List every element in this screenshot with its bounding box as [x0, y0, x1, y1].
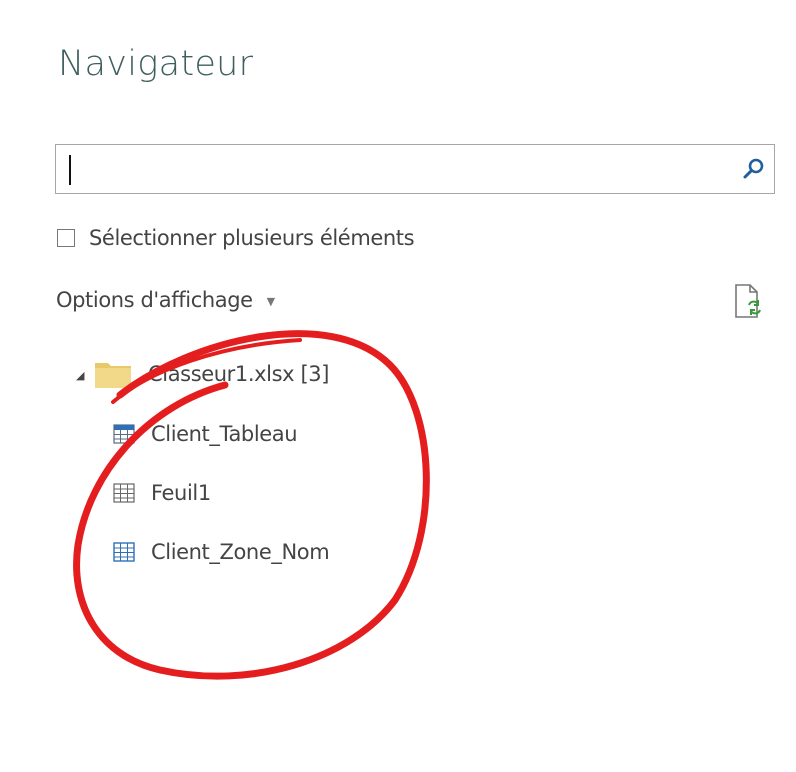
tree-item-feuil1[interactable]: Feuil1: [113, 476, 211, 510]
search-box[interactable]: [55, 144, 775, 194]
table-icon: [113, 424, 135, 444]
tree-root-label: Classeur1.xlsx [3]: [148, 362, 330, 386]
sheet-icon: [113, 483, 135, 503]
view-options-label: Options d'affichage: [56, 288, 253, 312]
folder-icon: [95, 363, 131, 388]
view-options-dropdown[interactable]: Options d'affichage ▼: [56, 284, 275, 316]
chevron-down-icon[interactable]: ▼: [267, 295, 275, 308]
multi-select-checkbox[interactable]: [57, 229, 75, 247]
search-icon[interactable]: [742, 157, 766, 181]
tree-root-workbook[interactable]: ◢ Classeur1.xlsx [3]: [76, 357, 329, 391]
text-caret: [69, 155, 71, 185]
navigator-pane: Navigateur Sélectionner plusieurs élémen…: [0, 0, 796, 772]
multi-select-option[interactable]: Sélectionner plusieurs éléments: [57, 223, 415, 253]
refresh-icon[interactable]: [733, 283, 763, 319]
navigator-title: Navigateur: [58, 44, 254, 84]
expand-triangle-icon[interactable]: ◢: [76, 369, 92, 382]
multi-select-label: Sélectionner plusieurs éléments: [89, 226, 415, 250]
tree-item-label: Client_Zone_Nom: [151, 540, 330, 564]
named-range-icon: [113, 542, 135, 562]
search-input[interactable]: [64, 153, 714, 185]
tree-item-client-zone-nom[interactable]: Client_Zone_Nom: [113, 535, 330, 569]
tree-item-client-tableau[interactable]: Client_Tableau: [113, 417, 298, 451]
tree-item-label: Client_Tableau: [151, 422, 298, 446]
tree-item-label: Feuil1: [151, 481, 211, 505]
